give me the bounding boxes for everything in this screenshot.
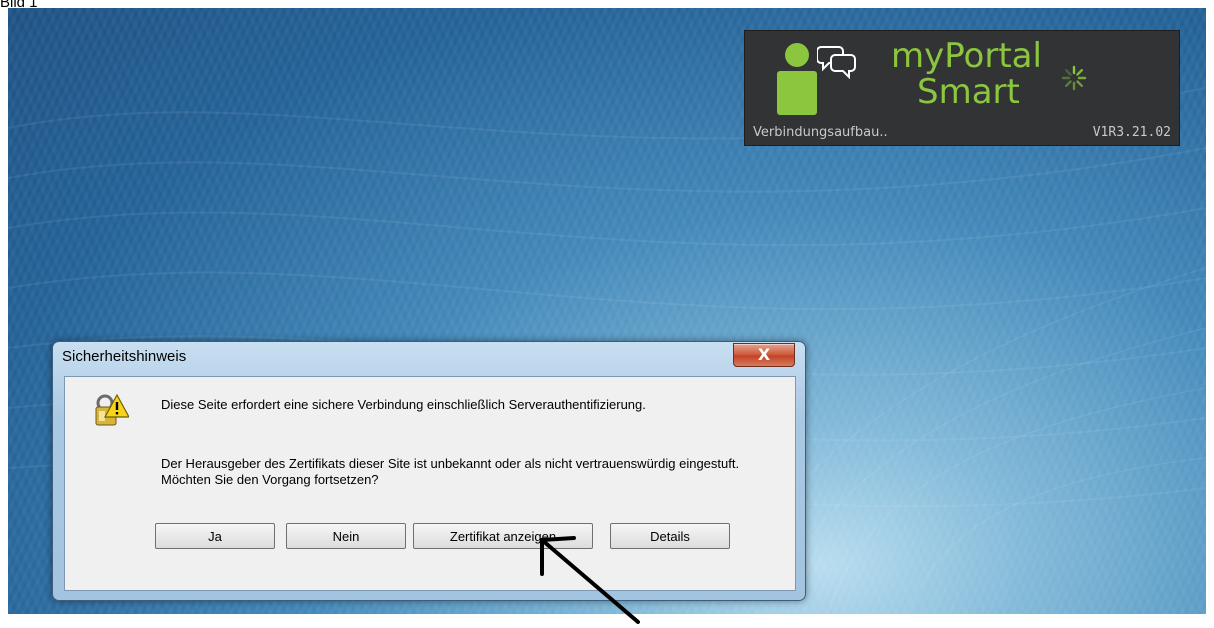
close-icon: X	[757, 345, 771, 364]
brand-name-line2: Smart	[917, 72, 1020, 112]
close-button[interactable]: X	[733, 343, 795, 367]
no-button[interactable]: Nein	[286, 523, 406, 549]
version-label: V1R3.21.02	[1092, 125, 1171, 140]
myportal-widget[interactable]: myPortal Smart Verbindungsaufbau.. V1R3.…	[744, 30, 1180, 146]
chat-bubbles-icon	[817, 46, 856, 79]
dialog-title: Sicherheitshinweis	[62, 348, 187, 365]
arrow-pointer-icon	[540, 536, 640, 624]
desktop-background: myPortal Smart Verbindungsaufbau.. V1R3.…	[8, 8, 1206, 614]
brand-name-line1: myPortal	[891, 36, 1042, 76]
security-warning-lock-icon	[95, 393, 129, 426]
dialog-content: Diese Seite erfordert eine sichere Verbi…	[64, 376, 796, 591]
connection-status: Verbindungsaufbau..	[753, 125, 888, 140]
security-dialog: Sicherheitshinweis X Diese Seite erforde…	[52, 341, 806, 601]
dialog-message-secondary: Der Herausgeber des Zertifikats dieser S…	[161, 456, 740, 487]
user-avatar-icon	[777, 43, 817, 115]
dialog-message-primary: Diese Seite erfordert eine sichere Verbi…	[161, 397, 646, 412]
loading-spinner-icon	[1061, 65, 1087, 91]
yes-button[interactable]: Ja	[155, 523, 275, 549]
